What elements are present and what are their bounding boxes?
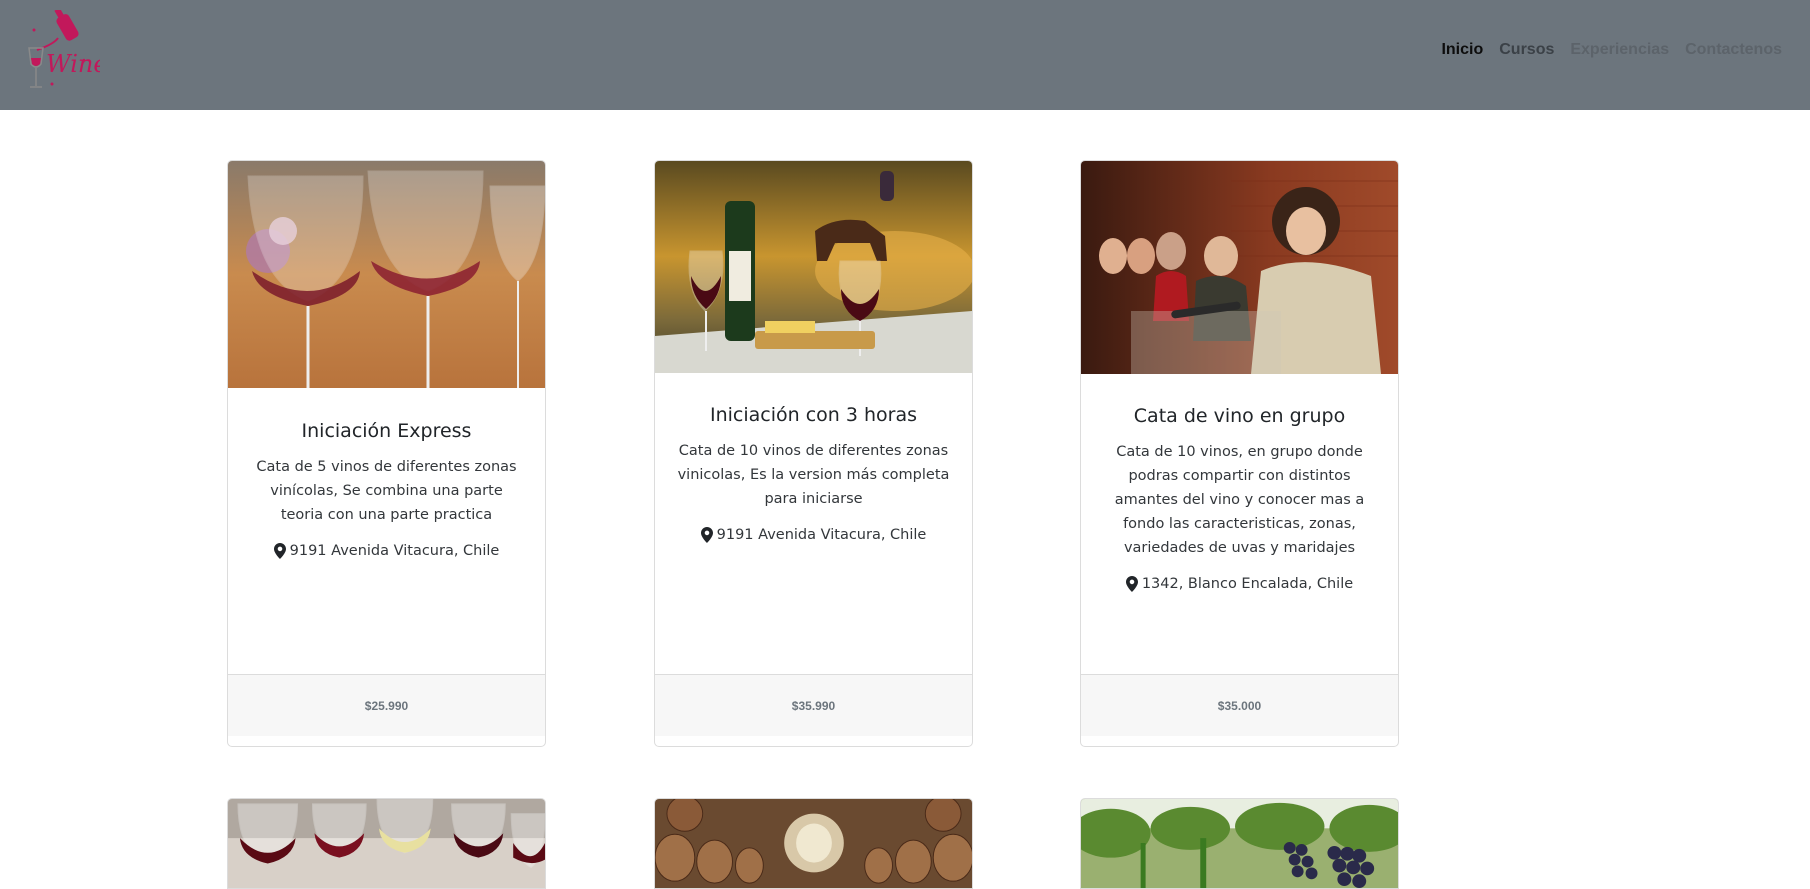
card-body: Cata de vino en grupo Cata de 10 vinos, … [1081,405,1398,592]
card-location-text: 9191 Avenida Vitacura, Chile [289,542,500,559]
card-location: 1342, Blanco Encalada, Chile [1103,575,1376,592]
course-card-partial[interactable] [1080,798,1399,889]
card-location: 9191 Avenida Vitacura, Chile [250,542,523,559]
card-description: Cata de 10 vinos, en grupo donde podras … [1114,443,1365,556]
card-image-group-tasting [1081,161,1398,374]
card-description: Cata de 5 vinos de diferentes zonas viní… [256,458,517,523]
card-location: 9191 Avenida Vitacura, Chile [677,526,950,543]
wine-logo[interactable]: Wine [24,7,108,96]
course-card[interactable]: Iniciación Express Cata de 5 vinos de di… [227,160,546,747]
card-price: $25.990 [364,698,409,713]
card-price: $35.990 [791,698,836,713]
nav-link-cursos[interactable]: Cursos [1499,41,1554,59]
course-card-partial[interactable] [227,798,546,889]
card-image-vineyard-grapes [1081,799,1398,888]
card-image-wine-bottle-horse [655,161,972,373]
card-price: $35.000 [1217,698,1262,713]
nav-link-inicio[interactable]: Inicio [1441,41,1483,59]
card-title: Iniciación Express [301,420,472,442]
nav-link-contactenos[interactable]: Contactenos [1685,41,1782,59]
card-image-wine-glasses [228,161,545,388]
card-title: Iniciación con 3 horas [709,404,918,426]
card-footer: $35.990 [655,674,972,736]
svg-text:Wine: Wine [46,50,100,78]
card-location-text: 9191 Avenida Vitacura, Chile [716,526,927,543]
map-pin-icon [273,542,286,559]
map-pin-icon [700,526,713,543]
course-card[interactable]: Cata de vino en grupo Cata de 10 vinos, … [1080,160,1399,747]
map-pin-icon [1125,575,1138,592]
card-image-tasting-glasses [228,799,545,888]
nav-links: Inicio Cursos Experiencias Contactenos [1441,41,1782,59]
navbar: Wine Inicio Cursos Experiencias Contacte… [0,0,1810,110]
card-image-wine-cellar [655,799,972,888]
card-footer: $35.000 [1081,674,1398,736]
course-card-partial[interactable] [654,798,973,889]
nav-link-experiencias[interactable]: Experiencias [1570,41,1669,59]
card-location-text: 1342, Blanco Encalada, Chile [1141,575,1354,592]
card-body: Iniciación con 3 horas Cata de 10 vinos … [655,404,972,543]
card-title: Cata de vino en grupo [1133,405,1346,427]
card-body: Iniciación Express Cata de 5 vinos de di… [228,420,545,559]
card-footer: $25.990 [228,674,545,736]
course-card[interactable]: Iniciación con 3 horas Cata de 10 vinos … [654,160,973,747]
card-description: Cata de 10 vinos de diferentes zonas vin… [677,442,950,507]
